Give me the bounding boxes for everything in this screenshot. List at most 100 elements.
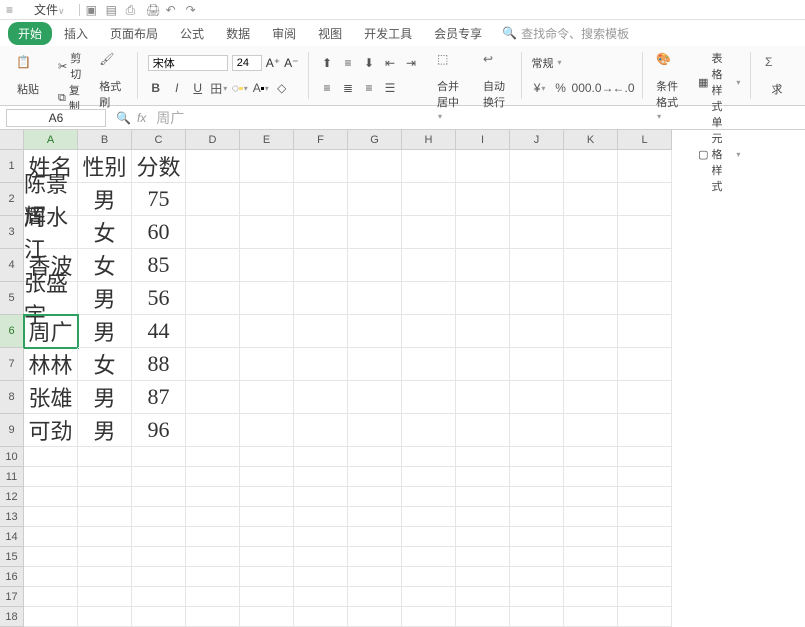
cell-C7[interactable]: 88	[132, 348, 186, 381]
cell-B1[interactable]: 性别	[78, 150, 132, 183]
cell-J12[interactable]	[510, 487, 564, 507]
cell-G10[interactable]	[348, 447, 402, 467]
cell-H15[interactable]	[402, 547, 456, 567]
increase-decimal-icon[interactable]: .0→	[595, 80, 611, 96]
cell-H11[interactable]	[402, 467, 456, 487]
tab-view[interactable]: 视图	[308, 22, 352, 45]
cell-E1[interactable]	[240, 150, 294, 183]
cell-B7[interactable]: 女	[78, 348, 132, 381]
col-header-A[interactable]: A	[24, 130, 78, 150]
cell-K5[interactable]	[564, 282, 618, 315]
cell-J1[interactable]	[510, 150, 564, 183]
cell-K10[interactable]	[564, 447, 618, 467]
cell-A16[interactable]	[24, 567, 78, 587]
currency-icon[interactable]: ¥▾	[532, 80, 548, 96]
indent-right-icon[interactable]: ⇥	[403, 55, 419, 71]
cell-K12[interactable]	[564, 487, 618, 507]
cell-I4[interactable]	[456, 249, 510, 282]
font-color-button[interactable]: A▾	[253, 80, 269, 96]
cell-G13[interactable]	[348, 507, 402, 527]
cell-D11[interactable]	[186, 467, 240, 487]
row-header-8[interactable]: 8	[0, 381, 24, 414]
cell-A18[interactable]	[24, 607, 78, 627]
tab-insert[interactable]: 插入	[54, 22, 98, 45]
redo-icon[interactable]: ↷	[186, 3, 200, 17]
cell-B14[interactable]	[78, 527, 132, 547]
row-header-1[interactable]: 1	[0, 150, 24, 183]
cell-A5[interactable]: 张盛宇	[24, 282, 78, 315]
cell-I10[interactable]	[456, 447, 510, 467]
cell-F4[interactable]	[294, 249, 348, 282]
cell-L10[interactable]	[618, 447, 672, 467]
cell-C5[interactable]: 56	[132, 282, 186, 315]
justify-icon[interactable]: ☰	[382, 80, 398, 96]
cell-I2[interactable]	[456, 183, 510, 216]
cell-F15[interactable]	[294, 547, 348, 567]
cell-H4[interactable]	[402, 249, 456, 282]
cell-L17[interactable]	[618, 587, 672, 607]
cell-L1[interactable]	[618, 150, 672, 183]
cell-F10[interactable]	[294, 447, 348, 467]
cell-C14[interactable]	[132, 527, 186, 547]
cell-K13[interactable]	[564, 507, 618, 527]
row-header-4[interactable]: 4	[0, 249, 24, 282]
underline-button[interactable]: U	[190, 80, 206, 96]
cell-C17[interactable]	[132, 587, 186, 607]
row-header-15[interactable]: 15	[0, 547, 24, 567]
cell-H12[interactable]	[402, 487, 456, 507]
cell-A12[interactable]	[24, 487, 78, 507]
cell-C13[interactable]	[132, 507, 186, 527]
cell-B11[interactable]	[78, 467, 132, 487]
row-header-10[interactable]: 10	[0, 447, 24, 467]
merge-center-button[interactable]: ⬚ 合并居中▾	[433, 50, 465, 124]
cell-I11[interactable]	[456, 467, 510, 487]
cell-G11[interactable]	[348, 467, 402, 487]
font-size-input[interactable]	[232, 55, 262, 71]
cell-G15[interactable]	[348, 547, 402, 567]
table-style-button[interactable]: ▦表格样式▾	[698, 50, 740, 114]
cell-D16[interactable]	[186, 567, 240, 587]
decrease-decimal-icon[interactable]: ←.0	[616, 80, 632, 96]
cell-E11[interactable]	[240, 467, 294, 487]
cell-G5[interactable]	[348, 282, 402, 315]
spreadsheet-grid[interactable]: ABCDEFGHIJKL1姓名性别分数2陈景辉男753周水江女604香波女855…	[0, 130, 805, 627]
cell-K18[interactable]	[564, 607, 618, 627]
cell-E5[interactable]	[240, 282, 294, 315]
cell-G17[interactable]	[348, 587, 402, 607]
cell-I18[interactable]	[456, 607, 510, 627]
cell-J10[interactable]	[510, 447, 564, 467]
fill-color-button[interactable]: ◌▾	[232, 80, 248, 96]
cell-I15[interactable]	[456, 547, 510, 567]
save-icon[interactable]: ▣	[86, 3, 100, 17]
cell-I12[interactable]	[456, 487, 510, 507]
cell-G2[interactable]	[348, 183, 402, 216]
cell-H3[interactable]	[402, 216, 456, 249]
cell-D14[interactable]	[186, 527, 240, 547]
cell-H7[interactable]	[402, 348, 456, 381]
cell-B3[interactable]: 女	[78, 216, 132, 249]
cell-K1[interactable]	[564, 150, 618, 183]
cell-E14[interactable]	[240, 527, 294, 547]
tab-formulas[interactable]: 公式	[170, 22, 214, 45]
cell-B10[interactable]	[78, 447, 132, 467]
cell-G3[interactable]	[348, 216, 402, 249]
cell-E3[interactable]	[240, 216, 294, 249]
cell-J5[interactable]	[510, 282, 564, 315]
cell-F1[interactable]	[294, 150, 348, 183]
cell-C12[interactable]	[132, 487, 186, 507]
cell-G16[interactable]	[348, 567, 402, 587]
cell-H10[interactable]	[402, 447, 456, 467]
col-header-B[interactable]: B	[78, 130, 132, 150]
cell-D17[interactable]	[186, 587, 240, 607]
align-middle-icon[interactable]: ≡	[340, 55, 356, 71]
col-header-D[interactable]: D	[186, 130, 240, 150]
cell-B4[interactable]: 女	[78, 249, 132, 282]
cell-L7[interactable]	[618, 348, 672, 381]
tab-member[interactable]: 会员专享	[424, 22, 492, 45]
print-icon[interactable]: ⎙	[126, 3, 140, 17]
cell-J17[interactable]	[510, 587, 564, 607]
border-button[interactable]: 田▾	[211, 80, 227, 96]
cell-A15[interactable]	[24, 547, 78, 567]
cell-J11[interactable]	[510, 467, 564, 487]
cell-B18[interactable]	[78, 607, 132, 627]
